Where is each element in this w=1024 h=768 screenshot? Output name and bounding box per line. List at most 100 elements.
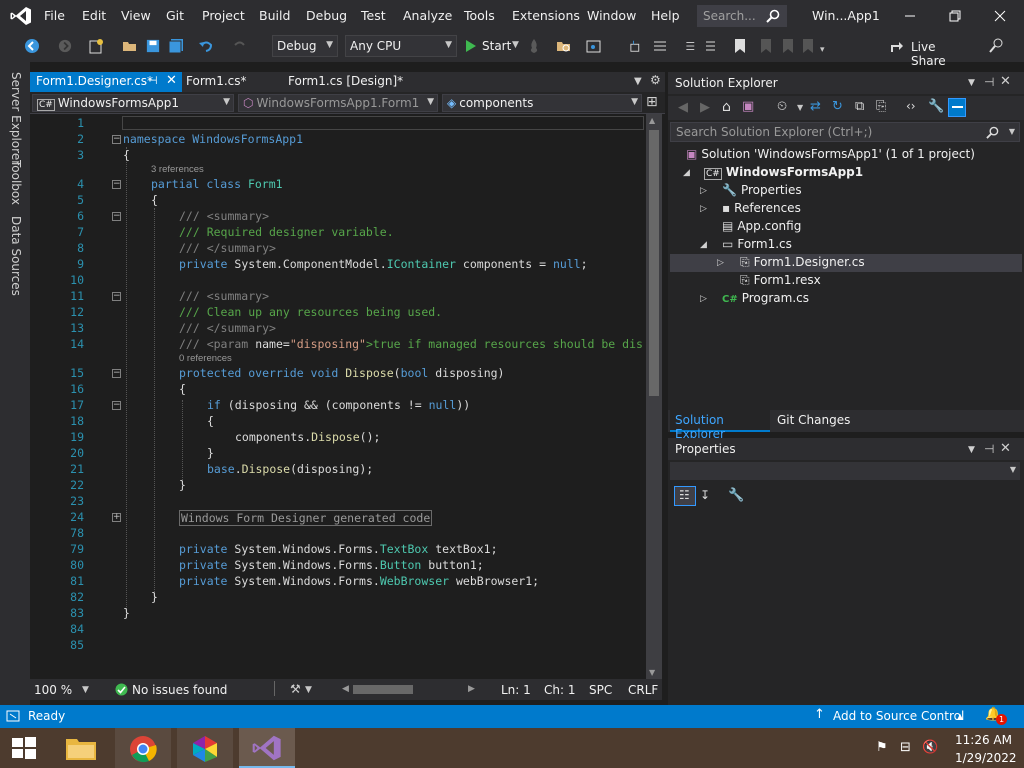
- file-explorer-taskbar-button[interactable]: [53, 728, 109, 768]
- menu-build[interactable]: Build: [259, 8, 290, 23]
- alphabetical-icon[interactable]: ↧: [700, 488, 710, 502]
- visual-studio-logo-icon[interactable]: [10, 6, 32, 26]
- menu-window[interactable]: Window: [587, 8, 636, 23]
- configuration-dropdown[interactable]: Debug ▼: [272, 35, 338, 57]
- chevron-down-icon[interactable]: ▼: [82, 685, 89, 695]
- toolbar-overflow-icon[interactable]: ▾: [820, 45, 825, 55]
- menu-view[interactable]: View: [121, 8, 151, 23]
- properties-wrench-icon[interactable]: 🔧: [928, 99, 944, 114]
- clock-date[interactable]: 1/29/2022: [955, 751, 1017, 765]
- chevron-up-icon[interactable]: ▲: [957, 712, 963, 721]
- chrome-taskbar-button[interactable]: [115, 728, 171, 768]
- collapsed-arrow-icon[interactable]: ▷: [700, 204, 707, 214]
- save-icon[interactable]: [146, 38, 160, 54]
- expanded-arrow-icon[interactable]: ◢: [700, 240, 707, 250]
- pending-changes-icon[interactable]: ⏲: [777, 99, 787, 114]
- network-icon[interactable]: ⊟: [900, 740, 911, 755]
- tree-item-form1-cs[interactable]: ▭ Form1.cs: [722, 237, 792, 251]
- collapsed-arrow-icon[interactable]: ▷: [700, 294, 707, 304]
- collapse-toggle[interactable]: −: [112, 401, 121, 410]
- menu-extensions[interactable]: Extensions: [512, 8, 580, 23]
- clock-time[interactable]: 11:26 AM: [955, 733, 1012, 747]
- chevron-down-icon[interactable]: ▼: [968, 78, 975, 88]
- home-icon[interactable]: ⌂: [722, 99, 731, 115]
- restore-icon[interactable]: [945, 6, 965, 26]
- minimize-icon[interactable]: [900, 6, 920, 26]
- menu-debug[interactable]: Debug: [306, 8, 347, 23]
- menu-help[interactable]: Help: [651, 8, 680, 23]
- tab-solution-explorer[interactable]: Solution Explorer: [670, 410, 770, 441]
- close-icon[interactable]: [990, 6, 1010, 26]
- windows-start-icon[interactable]: [12, 737, 36, 759]
- pin-icon[interactable]: ⊣: [984, 442, 994, 456]
- scroll-right-icon[interactable]: ▶: [468, 684, 475, 694]
- tree-item-program-cs[interactable]: C# Program.cs: [722, 291, 809, 305]
- close-icon[interactable]: ✕: [166, 73, 177, 88]
- preview-selected-button[interactable]: [948, 98, 966, 117]
- menu-git[interactable]: Git: [166, 8, 184, 23]
- layout-icon[interactable]: [630, 38, 644, 54]
- collapse-all-icon[interactable]: ⧉: [855, 99, 864, 114]
- horizontal-scroll-thumb[interactable]: [353, 685, 413, 694]
- scroll-left-icon[interactable]: ◀: [342, 684, 349, 694]
- line-ending-indicator[interactable]: CRLF: [628, 683, 658, 697]
- split-editor-icon[interactable]: ⊞: [646, 94, 658, 110]
- sync-icon[interactable]: ⇄: [810, 99, 821, 114]
- menu-test[interactable]: Test: [361, 8, 386, 23]
- source-control-button[interactable]: Add to Source Control: [833, 709, 964, 723]
- view-code-icon[interactable]: ‹›: [906, 99, 916, 113]
- collapse-toggle[interactable]: −: [112, 369, 121, 378]
- arrow-up-icon[interactable]: ↑: [814, 707, 825, 722]
- chevron-down-icon[interactable]: ▼: [797, 103, 803, 112]
- property-pages-icon[interactable]: 🔧: [728, 488, 744, 503]
- codelens-references[interactable]: 3 references: [151, 164, 204, 175]
- hot-reload-icon[interactable]: [528, 38, 540, 54]
- close-icon[interactable]: ✕: [1000, 441, 1011, 456]
- data-sources-tab[interactable]: Data Sources: [9, 216, 23, 296]
- tab-form1-design[interactable]: Form1.cs [Design]*: [282, 72, 409, 92]
- collapsed-arrow-icon[interactable]: ▷: [717, 258, 724, 268]
- tree-item-properties[interactable]: 🔧 Properties: [722, 183, 802, 197]
- code-editor[interactable]: [30, 114, 662, 679]
- forward-icon[interactable]: [58, 38, 72, 54]
- tree-item-references[interactable]: ▪ References: [722, 201, 801, 215]
- issues-status[interactable]: No issues found: [132, 683, 227, 697]
- menu-project[interactable]: Project: [202, 8, 245, 23]
- tree-item-app-config[interactable]: ▤ App.config: [722, 219, 801, 233]
- search-input[interactable]: Search...: [697, 5, 787, 27]
- collapsed-arrow-icon[interactable]: ▷: [700, 186, 707, 196]
- scrollbar-thumb[interactable]: [649, 130, 659, 396]
- comment-lines-icon[interactable]: [652, 38, 668, 54]
- live-share-button[interactable]: Live Share: [890, 38, 970, 68]
- find-in-files-icon[interactable]: [556, 38, 572, 54]
- expand-toggle[interactable]: +: [112, 513, 121, 522]
- browser-link-icon[interactable]: [586, 38, 602, 54]
- bookmark-prev-icon[interactable]: [758, 38, 772, 54]
- class-dropdown[interactable]: ⬡ WindowsFormsApp1.Form1 ▼: [238, 94, 438, 112]
- menu-analyze[interactable]: Analyze: [403, 8, 452, 23]
- show-all-files-icon[interactable]: ⎘: [876, 99, 886, 114]
- tree-solution[interactable]: ▣ Solution 'WindowsFormsApp1' (1 of 1 pro…: [686, 147, 975, 161]
- save-all-icon[interactable]: [168, 38, 184, 54]
- feedback-icon[interactable]: [988, 38, 1004, 54]
- properties-object-dropdown[interactable]: ▼: [670, 462, 1020, 480]
- pin-icon[interactable]: ⊣: [148, 74, 158, 87]
- redo-icon[interactable]: [232, 38, 248, 54]
- project-dropdown[interactable]: C# WindowsFormsApp1 ▼: [32, 94, 234, 112]
- tab-git-changes[interactable]: Git Changes: [773, 410, 853, 432]
- menu-file[interactable]: File: [44, 8, 65, 23]
- forward-icon[interactable]: ▶: [700, 100, 710, 115]
- whitespace-indicator[interactable]: SPC: [589, 683, 612, 697]
- start-button[interactable]: Start ▼: [462, 38, 524, 54]
- back-icon[interactable]: ◀: [678, 100, 688, 115]
- solution-search-input[interactable]: Search Solution Explorer (Ctrl+;) ▼: [670, 122, 1020, 142]
- tree-project[interactable]: C# WindowsFormsApp1: [704, 165, 863, 180]
- pin-icon[interactable]: ⊣: [984, 75, 994, 89]
- bookmark-clear-icon[interactable]: [800, 38, 814, 54]
- scroll-down-icon[interactable]: ▼: [649, 668, 655, 677]
- switch-views-icon[interactable]: ▣: [742, 99, 754, 114]
- menu-edit[interactable]: Edit: [82, 8, 106, 23]
- gear-icon[interactable]: ⚙: [650, 73, 661, 87]
- member-dropdown[interactable]: ◈ components ▼: [442, 94, 642, 112]
- volume-muted-icon[interactable]: 🔇: [922, 740, 938, 755]
